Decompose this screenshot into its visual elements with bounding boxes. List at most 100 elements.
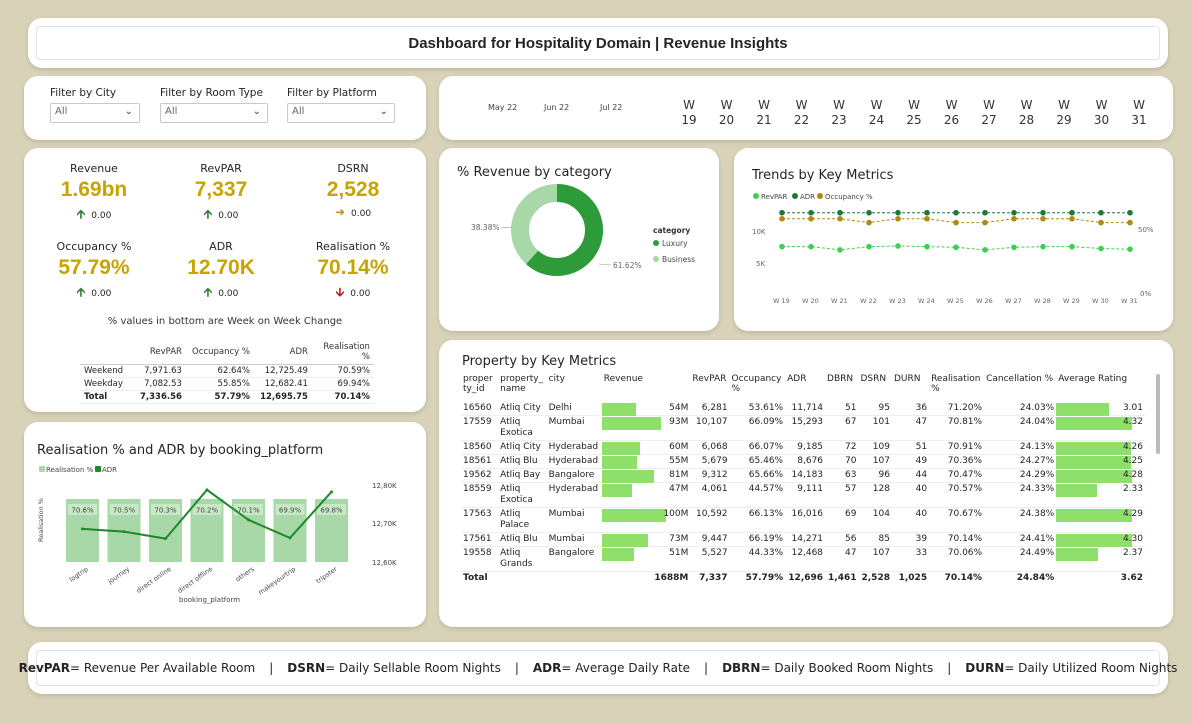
data-point[interactable] <box>1040 243 1046 250</box>
table-row[interactable]: 17563 Atliq Palace Mumbai 100M 10,592 66.13% 1… <box>461 507 1145 533</box>
data-point[interactable] <box>953 219 959 226</box>
data-point[interactable] <box>953 244 959 251</box>
column-header[interactable]: DURN <box>892 372 929 402</box>
column-header[interactable]: Revenue <box>602 372 660 402</box>
adr-point[interactable] <box>122 530 126 534</box>
table-row[interactable]: 16560 Atliq City Delhi 54M 6,281 53.61% 11,714… <box>461 402 1145 416</box>
column-header[interactable]: city <box>547 372 602 402</box>
table-row[interactable]: 18559 Atliq Exotica Hyderabad 47M 4,061 44.57… <box>461 482 1145 508</box>
data-point[interactable] <box>1069 215 1075 222</box>
table-header[interactable]: RevPAR <box>136 340 186 365</box>
adr-point[interactable] <box>288 536 292 540</box>
column-header[interactable]: DSRN <box>859 372 892 402</box>
data-point[interactable] <box>1127 246 1133 252</box>
platform-dropdown[interactable]: All ⌄ <box>287 103 395 123</box>
week-item[interactable]: W 27 <box>974 98 1004 128</box>
data-point[interactable] <box>1040 209 1046 216</box>
table-scrollbar[interactable] <box>1156 374 1160 454</box>
data-point[interactable] <box>924 243 930 250</box>
adr-point[interactable] <box>164 537 167 541</box>
adr-point[interactable] <box>205 488 209 492</box>
column-header[interactable]: RevPAR <box>690 372 729 402</box>
column-header[interactable]: DBRN <box>825 372 858 402</box>
data-point[interactable] <box>895 243 901 249</box>
table-header[interactable]: ADR <box>253 340 312 365</box>
week-item[interactable]: W 26 <box>937 98 967 128</box>
table-header[interactable]: Occupancy % <box>185 340 254 365</box>
column-header[interactable]: proper ty_id <box>461 372 498 402</box>
data-point[interactable] <box>1011 215 1017 222</box>
data-point[interactable] <box>1127 209 1133 216</box>
column-header[interactable]: Average Rating <box>1056 372 1145 402</box>
data-point[interactable] <box>779 215 785 222</box>
month-may[interactable]: May 22 <box>488 103 517 112</box>
data-point[interactable] <box>895 215 901 222</box>
table-row[interactable]: 19558 Atliq Grands Bangalore 51M 5,527 44.33%… <box>461 546 1145 572</box>
city-dropdown[interactable]: All ⌄ <box>50 103 140 123</box>
data-point[interactable] <box>1098 219 1104 226</box>
table-row[interactable]: 17561 Atliq Blu Mumbai 73M 9,447 66.19% 14,271… <box>461 532 1145 547</box>
table-row[interactable]: 17559 Atliq Exotica Mumbai 93M 10,107 66.09% 1… <box>461 415 1145 441</box>
legend-luxury[interactable]: Luxury <box>662 239 688 248</box>
legend-revpar[interactable]: RevPAR <box>761 193 788 201</box>
data-point[interactable] <box>924 209 930 216</box>
week-item[interactable]: W 24 <box>862 98 892 128</box>
data-point[interactable] <box>924 215 930 222</box>
data-point[interactable] <box>779 209 785 216</box>
data-point[interactable] <box>1098 245 1104 252</box>
adr-point[interactable] <box>330 490 333 494</box>
data-point[interactable] <box>895 209 901 216</box>
room-type-dropdown[interactable]: All ⌄ <box>160 103 268 123</box>
column-header[interactable]: ADR <box>785 372 825 402</box>
data-point[interactable] <box>1040 215 1046 222</box>
legend-realisation[interactable]: Realisation % <box>46 466 94 474</box>
month-jul[interactable]: Jul 22 <box>600 103 622 112</box>
data-point[interactable] <box>866 219 872 226</box>
data-point[interactable] <box>982 247 988 253</box>
week-item[interactable]: W 25 <box>899 98 929 128</box>
data-point[interactable] <box>837 209 843 216</box>
column-header[interactable]: Cancellation % <box>984 372 1056 402</box>
data-point[interactable] <box>837 215 843 222</box>
week-item[interactable]: W 31 <box>1124 98 1154 128</box>
data-point[interactable] <box>1011 244 1017 251</box>
data-point[interactable] <box>1011 209 1017 216</box>
table-header[interactable]: Realisation % <box>311 340 374 365</box>
week-item[interactable]: W 19 <box>674 98 704 128</box>
column-header[interactable]: Realisation % <box>929 372 984 402</box>
data-point[interactable] <box>866 209 872 216</box>
week-item[interactable]: W 23 <box>824 98 854 128</box>
week-item[interactable]: W 30 <box>1087 98 1117 128</box>
week-item[interactable]: W 21 <box>749 98 779 128</box>
week-item[interactable]: W 28 <box>1012 98 1042 128</box>
column-header[interactable] <box>659 372 690 402</box>
column-header[interactable]: Occupancy % <box>730 372 786 402</box>
data-point[interactable] <box>866 243 872 250</box>
data-point[interactable] <box>1127 219 1133 226</box>
data-point[interactable] <box>1069 243 1075 250</box>
table-row[interactable]: 18560 Atliq City Hyderabad 60M 6,068 66.07% 9,… <box>461 440 1145 455</box>
legend-business[interactable]: Business <box>662 255 695 264</box>
data-point[interactable] <box>953 209 959 216</box>
table-row[interactable]: 19562 Atliq Bay Bangalore 81M 9,312 65.66% 14,… <box>461 468 1145 483</box>
data-point[interactable] <box>837 247 843 253</box>
week-item[interactable]: W 20 <box>712 98 742 128</box>
legend-adr[interactable]: ADR <box>800 193 815 201</box>
table-row[interactable]: 18561 Atliq Blu Hyderabad 55M 5,679 65.46% 8,6… <box>461 454 1145 469</box>
adr-point[interactable] <box>81 527 84 531</box>
data-point[interactable] <box>779 243 785 250</box>
week-item[interactable]: W 22 <box>787 98 817 128</box>
data-point[interactable] <box>808 209 814 216</box>
month-jun[interactable]: Jun 22 <box>544 103 569 112</box>
week-item[interactable]: W 29 <box>1049 98 1079 128</box>
data-point[interactable] <box>808 215 814 222</box>
legend-adr[interactable]: ADR <box>102 466 117 474</box>
data-point[interactable] <box>808 243 814 250</box>
legend-occupancy[interactable]: Occupancy % <box>825 193 873 201</box>
data-point[interactable] <box>1069 209 1075 216</box>
adr-point[interactable] <box>247 518 250 522</box>
data-point[interactable] <box>982 209 988 216</box>
data-point[interactable] <box>1098 209 1104 216</box>
data-point[interactable] <box>982 219 988 226</box>
column-header[interactable]: property_ name <box>498 372 546 402</box>
